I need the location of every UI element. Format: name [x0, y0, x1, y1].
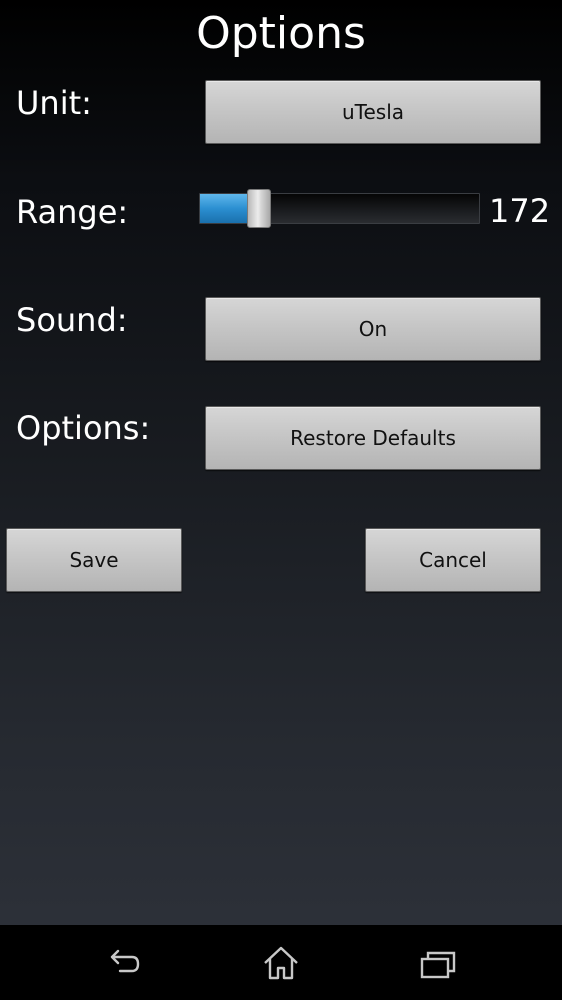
save-button[interactable]: Save — [6, 528, 182, 592]
cancel-button[interactable]: Cancel — [365, 528, 541, 592]
restore-defaults-button[interactable]: Restore Defaults — [205, 406, 541, 470]
back-icon[interactable] — [104, 943, 144, 983]
range-slider-thumb[interactable] — [246, 189, 271, 228]
home-icon[interactable] — [261, 943, 301, 983]
cancel-label: Cancel — [419, 548, 487, 572]
restore-defaults-label: Restore Defaults — [290, 426, 456, 450]
sound-label: Sound: — [16, 301, 128, 339]
options-label: Options: — [16, 409, 151, 447]
unit-button[interactable]: uTesla — [205, 80, 541, 144]
range-slider[interactable] — [199, 189, 480, 228]
range-value: 172 — [489, 192, 551, 230]
unit-value: uTesla — [341, 100, 405, 124]
sound-value: On — [358, 317, 388, 341]
range-label: Range: — [16, 193, 129, 231]
sound-button[interactable]: On — [205, 297, 541, 361]
navigation-bar — [0, 925, 562, 1000]
page-title: Options — [196, 8, 366, 59]
save-label: Save — [69, 548, 119, 572]
recent-apps-icon[interactable] — [418, 943, 458, 983]
unit-label: Unit: — [16, 84, 92, 122]
